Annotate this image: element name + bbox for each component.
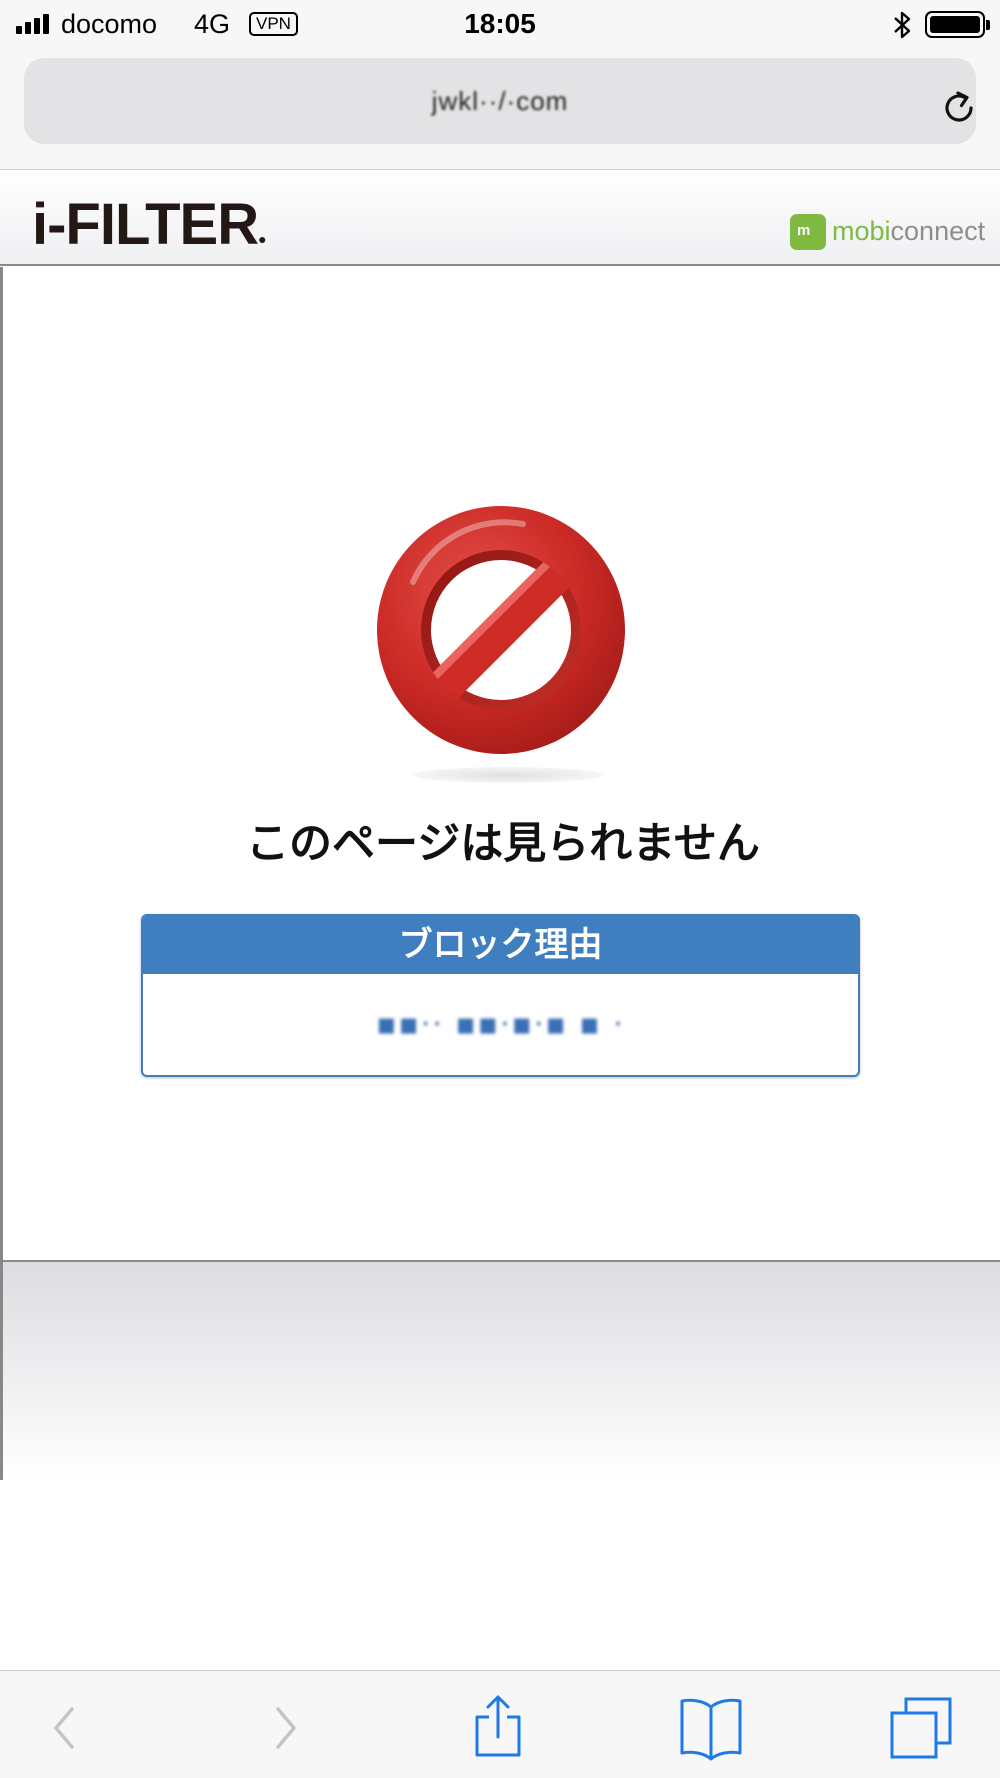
tabs-icon[interactable] (888, 1693, 958, 1763)
block-page-content: このページは見られません ブロック理由 ▪▪·· ▪▪·▪·▪ ▪ · (0, 267, 1000, 1260)
browser-toolbar (0, 1670, 1000, 1778)
address-bar[interactable]: jwkl··/·com (24, 58, 976, 144)
status-bar: docomo 4G VPN 18:05 (0, 0, 1000, 50)
filter-header: i-FILTER● m mobiconnect (0, 171, 1000, 266)
browser-address-area: jwkl··/·com (0, 50, 1000, 170)
mobiconnect-suffix: connect (890, 216, 986, 246)
icon-shadow (413, 767, 603, 783)
chevron-right-icon[interactable] (250, 1693, 320, 1763)
mobiconnect-badge-icon: m (790, 214, 826, 250)
page-footer-gradient (0, 1260, 1000, 1480)
block-reason-value: ▪▪·· ▪▪·▪·▪ ▪ · (376, 1007, 625, 1042)
prohibited-icon (377, 506, 625, 754)
mobiconnect-prefix: mobi (832, 216, 891, 246)
chevron-left-icon[interactable] (30, 1693, 100, 1763)
book-icon[interactable] (676, 1693, 746, 1763)
block-title: このページは見られません (246, 819, 760, 869)
url-text[interactable]: jwkl··/·com (24, 86, 976, 117)
share-icon[interactable] (463, 1693, 533, 1763)
block-reason-panel: ブロック理由 ▪▪·· ▪▪·▪·▪ ▪ · (141, 914, 860, 1077)
clock: 18:05 (464, 8, 536, 39)
bluetooth-icon (894, 11, 911, 39)
block-reason-label: ブロック理由 (143, 916, 858, 974)
i-filter-logo: i-FILTER● (32, 192, 267, 257)
reload-icon[interactable] (938, 87, 980, 129)
battery-icon (925, 11, 990, 38)
